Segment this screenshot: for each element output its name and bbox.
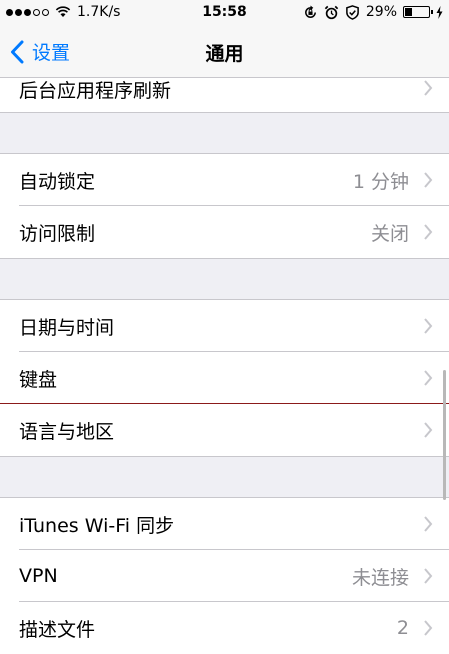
row-label: 日期与时间: [19, 316, 115, 339]
row-value: 1 分钟: [352, 170, 409, 193]
battery-fill: [405, 8, 412, 16]
chevron-right-icon: [424, 620, 433, 636]
chevron-right-icon: [424, 224, 433, 240]
scrollbar[interactable]: [443, 370, 446, 500]
chevron-right-icon: [424, 370, 433, 386]
row-restrictions[interactable]: 访问限制 关闭: [0, 206, 449, 258]
row-label: 访问限制: [19, 222, 96, 245]
battery-icon: [403, 6, 433, 18]
row-label: iTunes Wi-Fi 同步: [19, 514, 175, 537]
battery-nub: [431, 10, 433, 14]
row-value: 关闭: [370, 222, 409, 245]
row-value: 2: [396, 617, 409, 639]
charging-icon: [436, 5, 443, 19]
chevron-right-icon: [424, 422, 433, 438]
rotation-lock-icon: [304, 4, 316, 18]
row-label: 语言与地区: [19, 420, 115, 443]
row-language-region[interactable]: 语言与地区: [0, 404, 449, 456]
row-auto-lock[interactable]: 自动锁定 1 分钟: [0, 154, 449, 206]
battery-percent: 29%: [365, 4, 397, 20]
row-keyboard[interactable]: 键盘: [0, 352, 449, 404]
row-label: VPN: [19, 565, 58, 587]
row-date-time[interactable]: 日期与时间: [0, 300, 449, 352]
section-gap: [0, 456, 449, 498]
row-label: 自动锁定: [19, 170, 96, 193]
row-background-refresh[interactable]: 后台应用程序刷新: [0, 78, 449, 112]
row-label: 后台应用程序刷新: [19, 80, 172, 102]
navigation-bar: 设置 通用: [0, 26, 449, 78]
page-title: 通用: [205, 43, 244, 65]
chevron-right-icon: [424, 172, 433, 188]
status-right: 29%: [303, 4, 443, 20]
row-label: 描述文件: [19, 618, 96, 641]
section-gap: [0, 112, 449, 154]
alarm-icon: [324, 5, 339, 19]
chevron-right-icon: [424, 318, 433, 334]
chevron-right-icon: [424, 568, 433, 584]
section-gap: [0, 258, 449, 300]
row-vpn[interactable]: VPN 未连接: [0, 550, 449, 602]
row-profiles[interactable]: 描述文件 2: [0, 602, 449, 654]
chevron-right-icon: [424, 516, 433, 532]
shield-icon: [346, 4, 359, 20]
row-itunes-sync[interactable]: iTunes Wi-Fi 同步: [0, 498, 449, 550]
row-label: 键盘: [19, 368, 58, 391]
row-value: 未连接: [351, 566, 409, 589]
settings-list: 后台应用程序刷新 自动锁定 1 分钟 访问限制 关闭 日期与时间 键盘 语言与地…: [0, 78, 449, 654]
chevron-right-icon: [424, 80, 433, 96]
status-bar: 1.7K/s 15:58 29%: [0, 0, 449, 26]
